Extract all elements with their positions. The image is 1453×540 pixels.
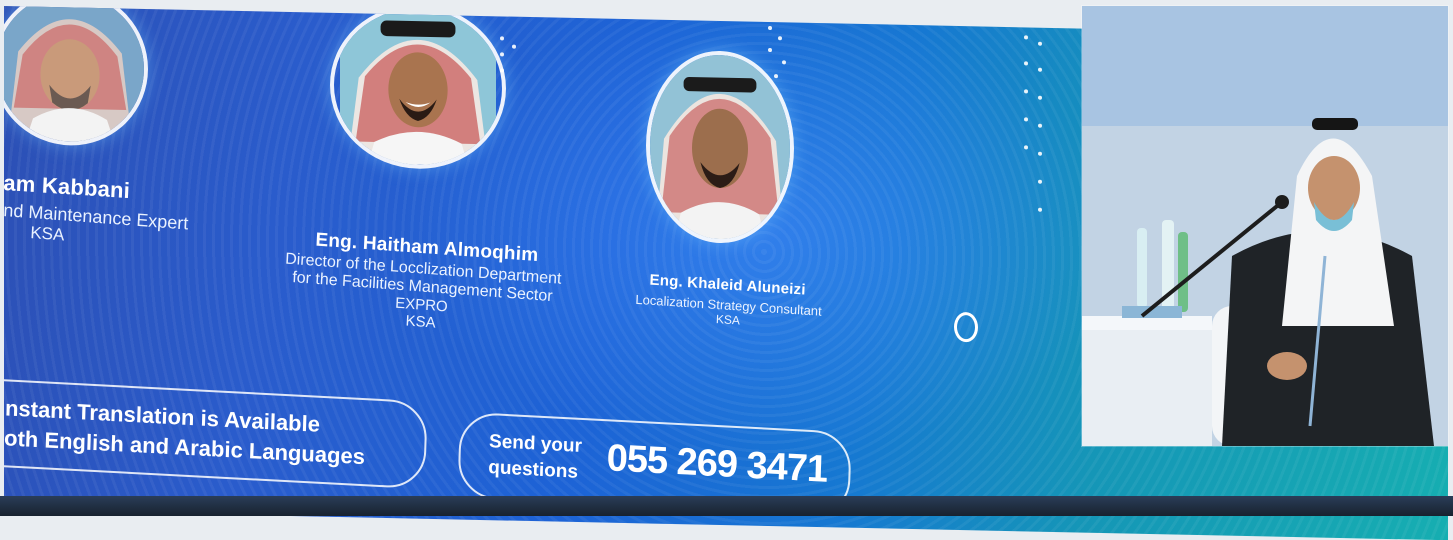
speaker-1-photo bbox=[4, 6, 144, 143]
speaker-1-portrait bbox=[4, 6, 148, 148]
live-video-feed bbox=[1082, 6, 1448, 446]
questions-phone-number: 055 269 3471 bbox=[606, 437, 828, 491]
speaker-3-photo bbox=[650, 53, 790, 241]
translation-notice: nstant Translation is Available oth Engl… bbox=[4, 377, 428, 490]
speaker-1-role: nd Maintenance Expert KSA bbox=[4, 200, 189, 254]
stage-floor-band bbox=[0, 496, 1453, 516]
speaker-2-photo bbox=[340, 7, 496, 167]
speaker-2-portrait bbox=[330, 6, 506, 171]
questions-label-line-2: questions bbox=[487, 457, 579, 483]
speaker-3-portrait bbox=[646, 49, 794, 245]
panelist-photo bbox=[1082, 6, 1448, 446]
decorative-ring bbox=[954, 311, 978, 343]
questions-label-line-1: Send your bbox=[488, 431, 583, 457]
speaker-1-name: am Kabbani bbox=[4, 170, 131, 204]
